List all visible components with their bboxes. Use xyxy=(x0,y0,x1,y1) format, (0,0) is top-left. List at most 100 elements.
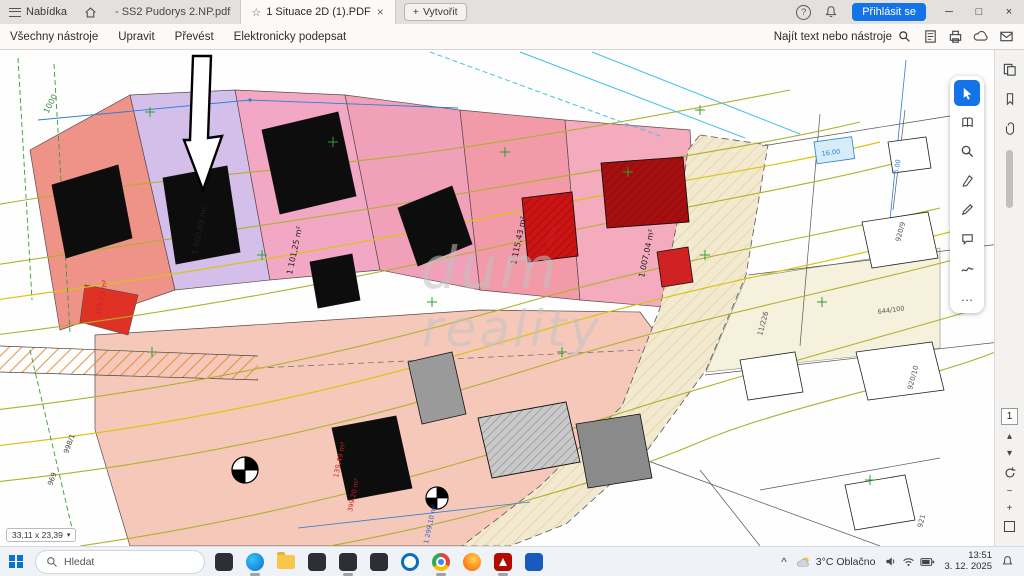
firefox-app[interactable] xyxy=(460,550,484,574)
viewer-side-strip: 1 ▴ ▾ − + xyxy=(994,50,1024,546)
close-tab-icon[interactable]: × xyxy=(376,5,385,19)
select-tool[interactable] xyxy=(954,80,980,106)
weather-text: 3°C Oblačno xyxy=(816,556,876,568)
highlight-tool[interactable] xyxy=(954,167,980,193)
print-icon[interactable] xyxy=(948,29,963,44)
acrobat-app[interactable] xyxy=(491,550,515,574)
clock-widget[interactable]: 13:51 3. 12. 2025 xyxy=(944,551,992,572)
create-label: Vytvořit xyxy=(423,6,458,18)
app-dark-1[interactable] xyxy=(305,550,329,574)
fit-page-button[interactable] xyxy=(1004,521,1015,532)
page-size-indicator[interactable]: 33,11 x 23,39 ▾ xyxy=(6,528,76,542)
word-app[interactable] xyxy=(522,550,546,574)
edge-app[interactable] xyxy=(243,550,267,574)
comment-icon xyxy=(960,231,975,246)
signature-icon xyxy=(960,260,975,275)
file-explorer-app[interactable] xyxy=(274,550,298,574)
more-icon: … xyxy=(961,289,974,304)
weather-widget[interactable]: 3°C Oblačno xyxy=(796,555,876,569)
hp-app[interactable] xyxy=(398,550,422,574)
page-down-button[interactable]: ▾ xyxy=(1007,449,1012,459)
vertical-scrollbar[interactable] xyxy=(1006,150,1013,208)
window-maximize-button[interactable]: □ xyxy=(964,0,994,24)
pdf-canvas[interactable]: 1 000,03 m² 1 101,25 m² 1 115,43 m² 1 00… xyxy=(0,50,1024,546)
home-button[interactable] xyxy=(76,0,105,24)
more-tools[interactable]: … xyxy=(954,283,980,309)
firefox-icon xyxy=(463,553,481,571)
window-minimize-button[interactable]: ─ xyxy=(934,0,964,24)
watermark-line1: dum xyxy=(420,234,559,302)
tab-pudorys[interactable]: - SS2 Pudorys 2.NP.pdf xyxy=(105,0,240,24)
book-icon xyxy=(960,115,975,130)
page-number-box[interactable]: 1 xyxy=(1001,408,1018,425)
search-icon xyxy=(898,30,911,43)
plus-icon: + xyxy=(413,6,419,18)
weather-cloud-icon xyxy=(796,555,812,569)
menu-esign[interactable]: Elektronicky podepsat xyxy=(224,31,357,43)
clock-time: 13:51 xyxy=(968,551,992,562)
help-icon[interactable]: ? xyxy=(796,5,811,20)
page-size-value: 33,11 x 23,39 xyxy=(12,530,63,540)
tool-rail: … xyxy=(950,76,984,313)
pencil-icon xyxy=(960,202,975,217)
cursor-icon xyxy=(960,86,975,101)
app-dark-2[interactable] xyxy=(336,550,360,574)
menu-button[interactable]: Nabídka xyxy=(0,0,76,24)
rotate-icon[interactable] xyxy=(1003,466,1017,480)
zoom-out-button[interactable]: − xyxy=(1007,487,1013,497)
cloud-icon[interactable] xyxy=(973,29,989,44)
windows-logo-icon xyxy=(9,555,23,569)
read-mode-tool[interactable] xyxy=(954,109,980,135)
export-icon[interactable] xyxy=(923,29,938,44)
menu-all-tools[interactable]: Všechny nástroje xyxy=(0,31,108,43)
zoom-in-button[interactable]: + xyxy=(1007,504,1013,514)
menu-edit[interactable]: Upravit xyxy=(108,31,164,43)
system-tray[interactable] xyxy=(884,555,935,568)
magnifier-icon xyxy=(960,144,975,159)
create-button[interactable]: + Vytvořit xyxy=(404,3,467,21)
battery-icon xyxy=(920,556,935,568)
bookmarks-panel-button[interactable] xyxy=(999,88,1021,110)
home-icon xyxy=(84,6,97,19)
task-view-button[interactable] xyxy=(212,550,236,574)
chrome-app[interactable] xyxy=(429,550,453,574)
bell-icon[interactable] xyxy=(824,5,838,19)
comment-tool[interactable] xyxy=(954,225,980,251)
sign-tool[interactable] xyxy=(954,254,980,280)
page-up-button[interactable]: ▴ xyxy=(1007,432,1012,442)
hp-icon xyxy=(401,553,419,571)
menu-label: Nabídka xyxy=(26,6,67,18)
taskbar-search-input[interactable]: Hledat xyxy=(35,550,205,574)
star-icon: ☆ xyxy=(251,6,261,19)
bookmark-icon xyxy=(1003,92,1017,106)
word-icon xyxy=(525,553,543,571)
wifi-icon xyxy=(902,555,915,568)
tab-situace-active[interactable]: ☆ 1 Situace 2D (1).PDF × xyxy=(240,0,395,24)
acrobat-icon xyxy=(494,553,512,571)
signin-button[interactable]: Přihlásit se xyxy=(852,3,926,21)
mail-icon[interactable] xyxy=(999,29,1014,44)
zoom-tool[interactable] xyxy=(954,138,980,164)
search-icon xyxy=(46,556,58,568)
caret-down-icon: ▾ xyxy=(67,531,71,539)
chrome-icon xyxy=(432,553,450,571)
tray-chevron-button[interactable]: ^ xyxy=(781,555,787,569)
clock-date: 3. 12. 2025 xyxy=(944,562,992,573)
pages-panel-button[interactable] xyxy=(999,58,1021,80)
tab-label: - SS2 Pudorys 2.NP.pdf xyxy=(115,6,230,18)
window-close-button[interactable]: × xyxy=(994,0,1024,24)
app-toolbar: Všechny nástroje Upravit Převést Elektro… xyxy=(0,24,1024,50)
notification-icon[interactable] xyxy=(1001,555,1014,568)
hamburger-icon xyxy=(9,8,21,17)
taskbar: Hledat ^ 3°C Oblačno xyxy=(0,546,1024,576)
draw-tool[interactable] xyxy=(954,196,980,222)
attachments-panel-button[interactable] xyxy=(999,118,1021,140)
menu-convert[interactable]: Převést xyxy=(165,31,224,43)
tab-label: 1 Situace 2D (1).PDF xyxy=(266,6,371,18)
start-button[interactable] xyxy=(4,550,28,574)
highlighter-icon xyxy=(960,173,975,188)
find-label: Najít text nebo nástroje xyxy=(774,31,892,43)
app-dark-3[interactable] xyxy=(367,550,391,574)
find-tools-button[interactable]: Najít text nebo nástroje xyxy=(774,30,911,43)
titlebar: Nabídka - SS2 Pudorys 2.NP.pdf ☆ 1 Situa… xyxy=(0,0,1024,24)
